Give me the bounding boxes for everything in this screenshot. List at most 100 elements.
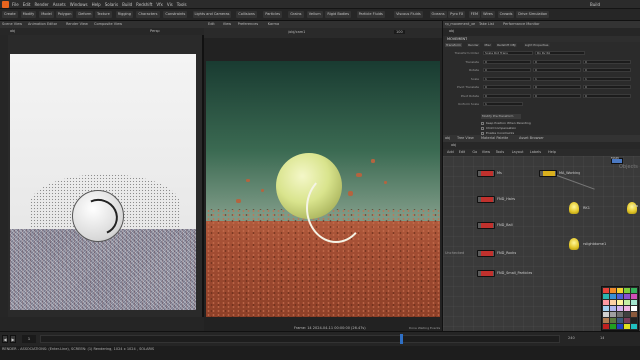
param-path[interactable]: obj (449, 29, 454, 33)
menu-item[interactable]: File (12, 2, 19, 7)
color-swatch[interactable] (630, 293, 637, 299)
shelf-tab[interactable]: Modify (20, 11, 37, 18)
shelf-tab[interactable]: Drive Simulation (516, 11, 550, 18)
shelf-tab[interactable]: Rigging (115, 11, 133, 18)
timeline-playhead[interactable] (400, 334, 403, 344)
menu-item[interactable]: Build (122, 2, 132, 7)
color-swatch[interactable] (630, 323, 637, 329)
color-swatch[interactable] (609, 293, 616, 299)
current-frame-field[interactable]: 1 (22, 335, 36, 343)
shelf-tab[interactable]: Particles (263, 11, 283, 18)
param-field[interactable]: 0 (533, 93, 581, 98)
param-field[interactable]: 1 (583, 76, 631, 81)
network-canvas[interactable]: Objects Unchecked Ms MA_Working FND_Hair… (443, 156, 640, 331)
pane-tab[interactable]: Scene View (2, 22, 22, 26)
param-field[interactable]: Scale Rot Trans (483, 51, 533, 55)
color-swatch[interactable] (623, 299, 630, 305)
color-swatch[interactable] (616, 293, 623, 299)
color-swatch[interactable] (623, 293, 630, 299)
color-swatch[interactable] (630, 311, 637, 317)
network-menu-item[interactable]: Labels (530, 150, 541, 154)
shelf-tab[interactable]: Constraints (163, 11, 188, 18)
param-subtab[interactable]: Redshift OBJ (496, 43, 517, 47)
modify-pre-transform-menu[interactable]: Modify Pre-Transform (481, 114, 521, 119)
timeline-slider[interactable] (40, 335, 560, 343)
param-field[interactable]: 1 (483, 102, 523, 106)
param-field[interactable]: 0 (483, 59, 531, 64)
menu-item[interactable]: Vis (167, 2, 173, 7)
color-swatch[interactable] (630, 299, 637, 305)
color-swatch[interactable] (630, 305, 637, 311)
pane-tab[interactable]: Composite View (94, 22, 122, 26)
network-path[interactable]: obj (451, 143, 456, 147)
render-menu-item[interactable]: Edit (208, 22, 215, 26)
color-swatch[interactable] (623, 317, 630, 323)
param-field[interactable]: 0 (583, 68, 631, 72)
pane-tab[interactable]: Take List (479, 22, 494, 26)
network-menu-item[interactable]: View (482, 150, 490, 154)
zoom-level[interactable]: 100 (394, 30, 405, 34)
color-swatch[interactable] (616, 305, 623, 311)
network-menu-item[interactable]: Layout (512, 150, 524, 154)
color-swatch[interactable] (609, 299, 616, 305)
shelf-tab[interactable]: Create (2, 11, 18, 18)
render-menu-item[interactable]: Preferences (238, 22, 259, 26)
shelf-tab[interactable]: Lights and Cameras (192, 11, 232, 18)
pane-tab[interactable]: Performance Monitor (503, 22, 540, 26)
menu-item[interactable]: Vfx (156, 2, 163, 7)
color-swatch[interactable] (609, 305, 616, 311)
color-swatch[interactable] (602, 299, 609, 305)
param-field[interactable]: 1 (483, 76, 531, 81)
color-palette[interactable] (601, 286, 639, 331)
param-field[interactable]: 0 (483, 93, 531, 98)
shelf-tab[interactable]: Pyro FX (448, 11, 466, 18)
color-swatch[interactable] (616, 323, 623, 329)
color-swatch[interactable] (602, 311, 609, 317)
color-swatch[interactable] (602, 305, 609, 311)
shelf-tab[interactable]: Wires (481, 11, 495, 18)
pane-tab[interactable]: rp_movement_xe (445, 22, 475, 26)
color-swatch[interactable] (609, 323, 616, 329)
node-fnd-hairs[interactable] (477, 196, 495, 203)
play-backward-button[interactable]: ◀ (2, 335, 8, 343)
scene-path[interactable]: obj (10, 29, 15, 33)
pane-tab[interactable]: Tree View (457, 136, 474, 140)
param-field[interactable]: 0 (533, 59, 581, 64)
color-swatch[interactable] (630, 317, 637, 323)
shelf-tab[interactable]: Oceans (429, 11, 447, 18)
param-field[interactable]: 0 (483, 68, 531, 72)
pane-tab[interactable]: Asset Browser (519, 136, 544, 140)
menu-item[interactable]: Tools (177, 2, 187, 7)
param-field[interactable]: Rx Ry Rz (535, 51, 585, 55)
camera-menu[interactable]: Persp (150, 29, 160, 33)
color-swatch[interactable] (616, 287, 623, 293)
shelf-tab[interactable]: Vellum (306, 11, 323, 18)
menu-item[interactable]: Help (92, 2, 101, 7)
end-frame[interactable]: 240 (568, 336, 575, 340)
3d-viewport[interactable] (10, 54, 196, 310)
color-swatch[interactable] (623, 311, 630, 317)
param-subtab[interactable]: Render (467, 43, 480, 47)
render-menu-item[interactable]: View (223, 22, 231, 26)
shelf-tab[interactable]: Rigid Bodies (325, 11, 352, 18)
node-fnd-ball[interactable] (477, 222, 495, 229)
pane-tab[interactable]: obj (445, 136, 450, 140)
param-field[interactable]: 1 (533, 76, 581, 81)
param-field[interactable]: 0 (533, 85, 581, 89)
param-field[interactable]: 0 (583, 93, 631, 98)
param-field[interactable]: 0 (583, 85, 631, 89)
node-ma-working[interactable] (539, 170, 557, 177)
menu-item[interactable]: Render (34, 2, 48, 7)
color-swatch[interactable] (609, 287, 616, 293)
color-swatch[interactable] (616, 311, 623, 317)
param-subtab[interactable]: Transform (445, 43, 462, 47)
shelf-tab[interactable]: Collisions (236, 11, 257, 18)
node-fnd-small-particles[interactable] (477, 270, 495, 277)
network-menu-item[interactable]: Edit (459, 150, 466, 154)
shelf-tab[interactable]: FEM (468, 11, 481, 18)
shelf-tab[interactable]: Model (39, 11, 54, 18)
param-subtab[interactable]: Light Properties (523, 43, 550, 47)
network-menu-item[interactable]: Help (548, 150, 556, 154)
shelf-tab[interactable]: Grains (288, 11, 304, 18)
network-menu-item[interactable]: Add (447, 150, 454, 154)
